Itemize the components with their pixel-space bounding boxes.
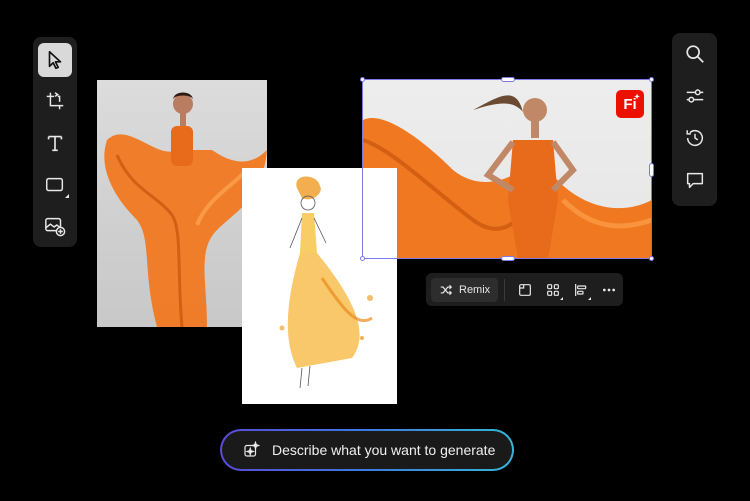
sparkle-icon: ✦	[634, 94, 640, 101]
select-arrow-icon	[48, 50, 62, 69]
frame-button[interactable]	[511, 278, 539, 302]
fashion-sketch[interactable]	[242, 168, 397, 404]
remix-label: Remix	[459, 283, 491, 296]
shape-tool-button[interactable]	[38, 168, 72, 202]
generate-prompt-bar[interactable]: Describe what you want to generate	[220, 429, 514, 471]
select-tool-button[interactable]	[38, 43, 72, 77]
align-button[interactable]	[567, 278, 595, 302]
add-image-button[interactable]	[38, 209, 72, 243]
sliders-icon	[686, 89, 703, 103]
rectangle-shape-icon	[46, 177, 64, 191]
submenu-indicator-icon	[588, 296, 592, 300]
history-icon	[685, 130, 703, 147]
more-options-button[interactable]	[595, 278, 623, 302]
adjustments-button[interactable]	[678, 79, 712, 113]
prompt-input[interactable]: Describe what you want to generate	[222, 431, 512, 469]
text-icon	[47, 135, 63, 152]
remix-button[interactable]: Remix	[431, 277, 499, 302]
grid-variations-icon	[547, 283, 560, 296]
context-toolbar: Remix	[426, 273, 623, 306]
submenu-indicator-icon	[560, 296, 564, 300]
text-tool-button[interactable]	[38, 126, 72, 160]
firefly-badge: Fi ✦	[616, 90, 644, 118]
search-button[interactable]	[678, 37, 712, 71]
frame-icon	[519, 283, 532, 296]
generate-sparkle-icon	[244, 441, 260, 457]
submenu-indicator-icon	[65, 194, 69, 199]
search-icon	[685, 45, 704, 63]
model-photo-wide-illustration	[363, 95, 652, 259]
history-button[interactable]	[678, 121, 712, 155]
comment-icon	[686, 172, 703, 189]
add-image-icon	[45, 218, 66, 237]
divider	[504, 278, 506, 301]
left-toolbar	[33, 37, 77, 247]
prompt-placeholder: Describe what you want to generate	[272, 442, 496, 458]
align-icon	[575, 283, 587, 296]
shuffle-icon	[440, 284, 453, 295]
right-toolbar	[672, 33, 717, 206]
more-icon	[603, 288, 615, 291]
fashion-photo-right[interactable]: Fi ✦	[363, 80, 652, 259]
comments-button[interactable]	[678, 163, 712, 197]
watercolor-sketch-illustration	[279, 176, 373, 389]
variations-button[interactable]	[539, 278, 567, 302]
crop-tool-button[interactable]	[38, 85, 72, 119]
crop-icon	[46, 92, 64, 110]
